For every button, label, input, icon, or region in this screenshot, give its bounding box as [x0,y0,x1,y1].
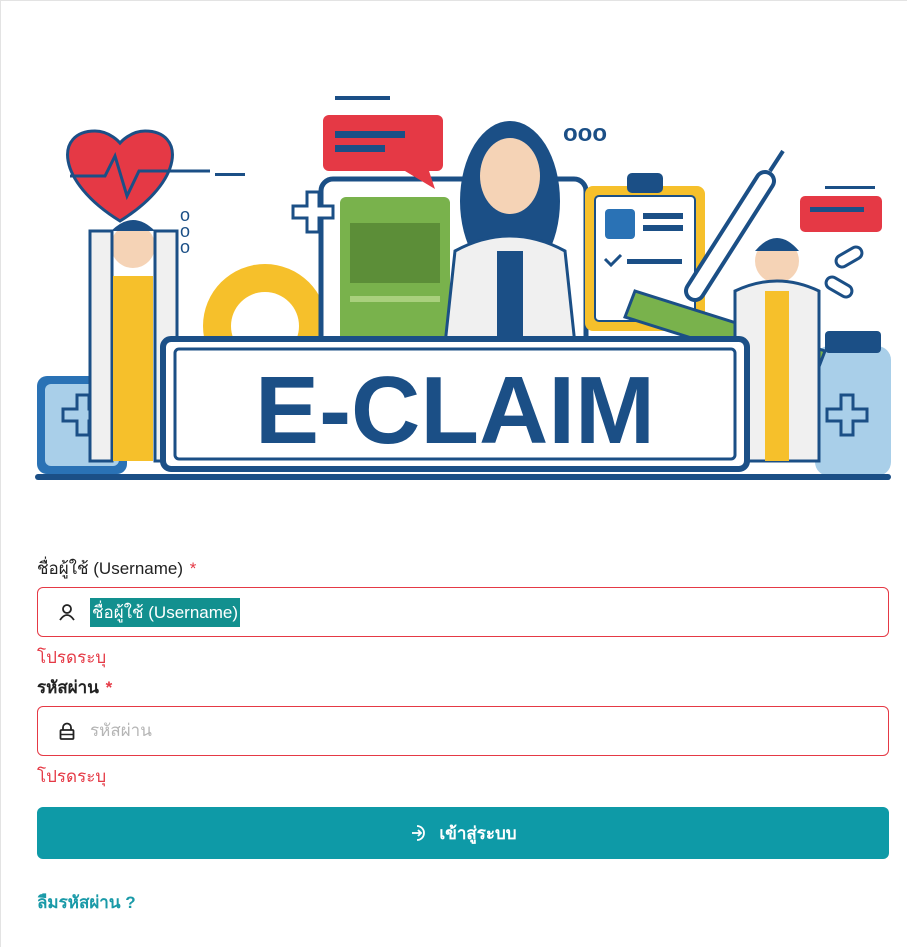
login-page: ooo o o o E-CLAIM ชื่อผู้ใช้ (Username) … [0,0,907,947]
password-label: รหัสผ่าน * [37,676,889,700]
password-label-text: รหัสผ่าน [37,678,99,697]
forgot-password-link[interactable]: ลืมรหัสผ่าน ? [37,889,136,916]
username-label-text: ชื่อผู้ใช้ (Username) [37,559,184,578]
password-input[interactable] [90,721,690,741]
password-error-message: โปรดระบุ [37,767,107,786]
login-button-label: เข้าสู่ระบบ [439,823,517,843]
required-mark: * [189,559,197,578]
svg-text:o: o [180,237,190,257]
username-input-selected-text[interactable]: ชื่อผู้ใช้ (Username) [90,597,241,627]
required-mark: * [105,678,113,697]
user-icon [56,601,78,623]
login-form: ชื่อผู้ใช้ (Username) * ชื่อผู้ใช้ (User… [37,557,889,916]
password-field[interactable] [37,706,889,756]
eclaim-logo-text: E-CLAIM [255,357,655,464]
eclaim-banner-illustration: ooo o o o E-CLAIM [35,96,891,480]
dots-text: ooo [563,120,607,147]
username-error-message: โปรดระบุ [37,648,107,667]
lock-icon [56,720,78,742]
login-button[interactable]: เข้าสู่ระบบ [37,807,889,859]
username-label: ชื่อผู้ใช้ (Username) * [37,557,889,581]
login-icon [409,823,429,843]
username-field[interactable]: ชื่อผู้ใช้ (Username) [37,587,889,637]
